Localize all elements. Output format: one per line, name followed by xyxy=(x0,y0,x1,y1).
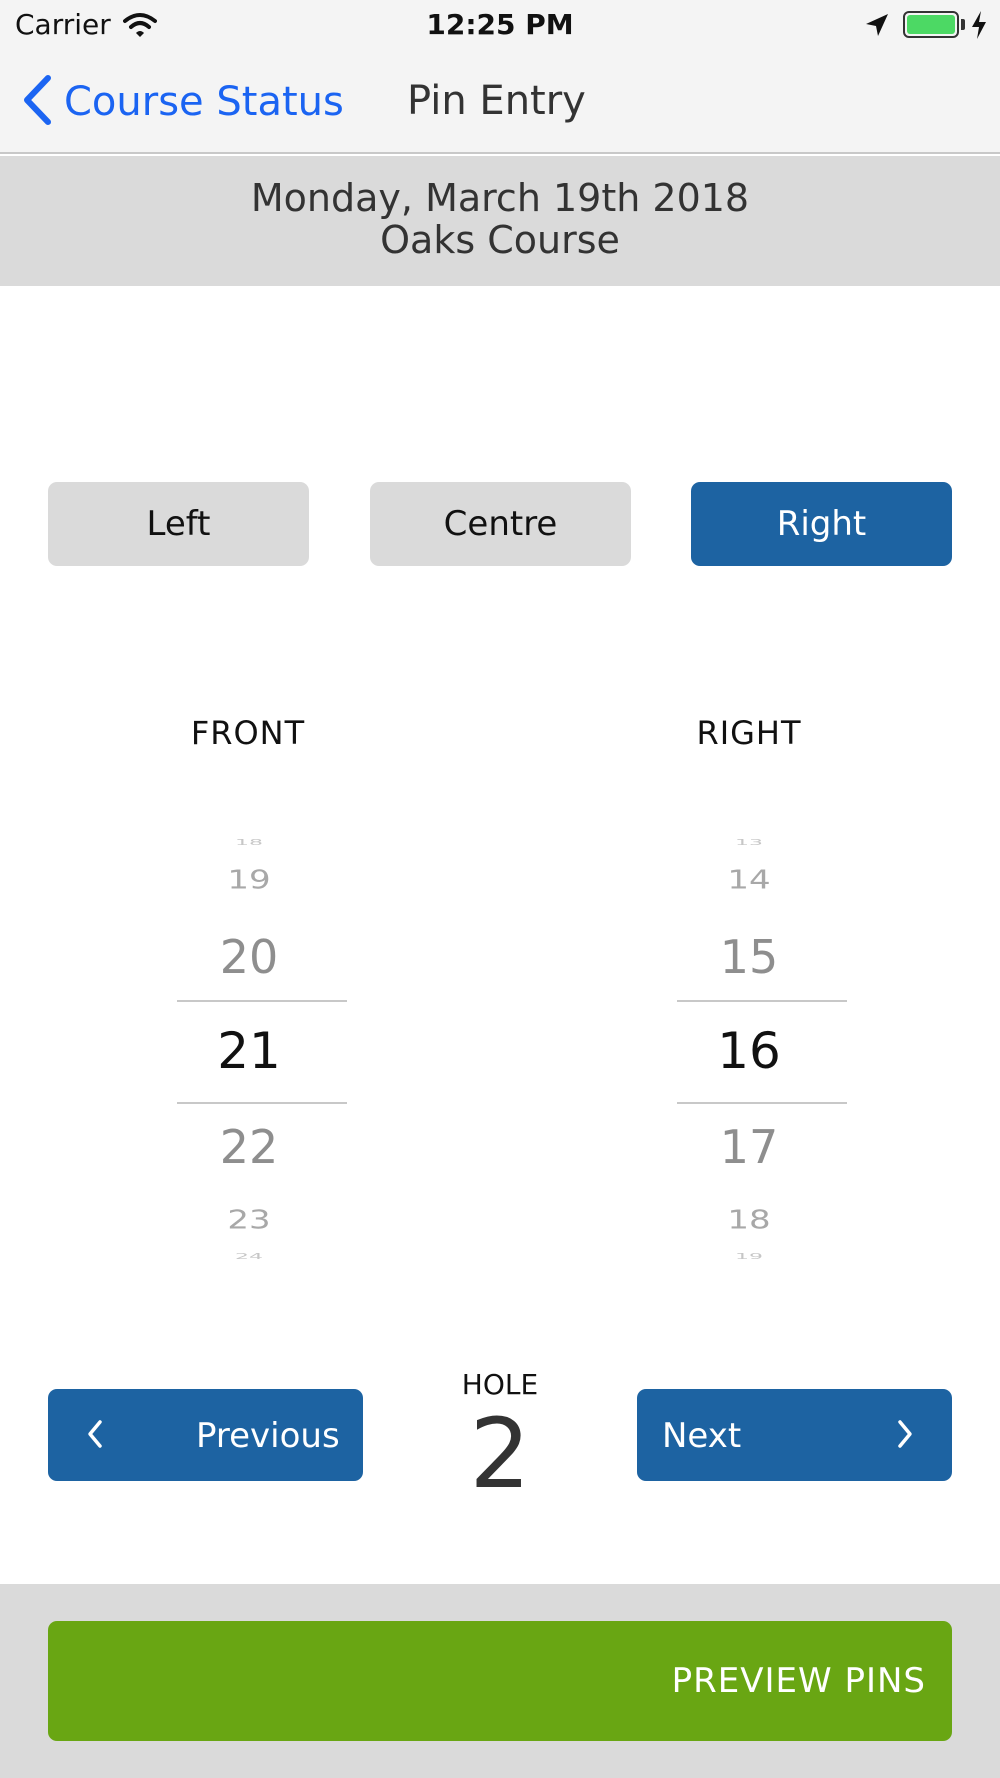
right-picker-label: RIGHT xyxy=(696,714,802,752)
picker-option[interactable]: 18 xyxy=(629,1205,869,1235)
footer: PREVIEW PINS xyxy=(0,1584,1000,1778)
centre-button[interactable]: Centre xyxy=(370,482,631,566)
picker-option[interactable]: 23 xyxy=(129,1205,369,1235)
back-button-label: Course Status xyxy=(64,79,344,125)
picker-option[interactable]: 19 xyxy=(129,865,369,895)
picker-selected-option[interactable]: 16 xyxy=(629,1022,869,1080)
chevron-right-icon xyxy=(898,1420,912,1448)
picker-selected-option[interactable]: 21 xyxy=(129,1022,369,1080)
date-label: Monday, March 19th 2018 xyxy=(250,176,750,220)
picker-option[interactable]: 18 xyxy=(129,838,369,847)
picker-selection-line xyxy=(677,1000,847,1002)
battery-level xyxy=(907,15,955,34)
chevron-left-icon xyxy=(22,74,52,130)
battery-icon xyxy=(903,11,959,38)
picker-option[interactable]: 24 xyxy=(129,1252,369,1261)
right-button[interactable]: Right xyxy=(691,482,952,566)
front-picker-label: FRONT xyxy=(190,714,306,752)
picker-option[interactable]: 19 xyxy=(629,1252,869,1261)
course-name: Oaks Course xyxy=(380,218,620,262)
next-hole-button[interactable]: Next xyxy=(637,1389,952,1481)
picker-option[interactable]: 15 xyxy=(629,930,869,984)
picker-option[interactable]: 20 xyxy=(129,930,369,984)
back-button[interactable]: Course Status xyxy=(22,74,344,130)
page-title: Pin Entry xyxy=(407,78,586,124)
left-button[interactable]: Left xyxy=(48,482,309,566)
right-distance-picker[interactable]: 13 14 15 16 17 18 19 xyxy=(629,832,869,1264)
picker-selection-line xyxy=(177,1102,347,1104)
front-distance-picker[interactable]: 18 19 20 21 22 23 24 xyxy=(129,832,369,1264)
course-header: Monday, March 19th 2018 Oaks Course xyxy=(0,156,1000,286)
location-arrow-icon xyxy=(864,12,890,42)
picker-option[interactable]: 14 xyxy=(629,865,869,895)
status-bar: Carrier 12:25 PM xyxy=(0,0,1000,50)
battery-tip xyxy=(961,19,965,30)
navigation-bar: Course Status Pin Entry xyxy=(0,50,1000,154)
picker-selection-line xyxy=(177,1000,347,1002)
picker-option[interactable]: 13 xyxy=(629,838,869,847)
next-button-label: Next xyxy=(662,1416,742,1456)
picker-selection-line xyxy=(677,1102,847,1104)
preview-pins-button[interactable]: PREVIEW PINS xyxy=(48,1621,952,1741)
preview-pins-label: PREVIEW PINS xyxy=(671,1661,926,1701)
picker-option[interactable]: 22 xyxy=(129,1120,369,1174)
charging-bolt-icon xyxy=(970,10,988,44)
picker-option[interactable]: 17 xyxy=(629,1120,869,1174)
clock: 12:25 PM xyxy=(426,8,574,41)
